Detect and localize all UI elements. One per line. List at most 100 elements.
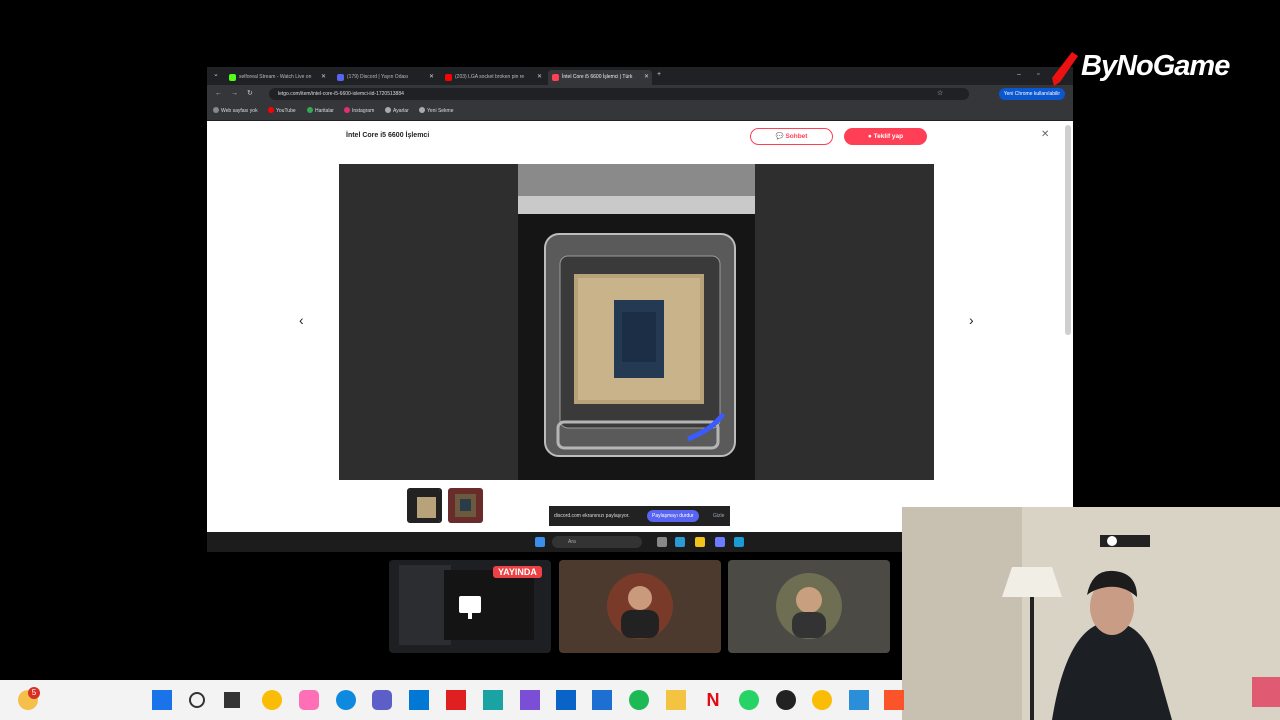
- close-icon[interactable]: ✕: [429, 70, 434, 85]
- edge-icon[interactable]: [336, 690, 356, 710]
- tab-label: İntel Core i5 6600 İşlemci | Türk: [562, 74, 633, 80]
- search-icon[interactable]: [189, 692, 205, 708]
- participant-card[interactable]: [559, 560, 721, 653]
- listing-page: İntel Core i5 6600 İşlemci 💬 Sohbet ● Te…: [207, 121, 1073, 532]
- spotify-icon[interactable]: [629, 690, 649, 710]
- tab-bar: ⌄ selforeal Stream - Watch Live on ✕ (17…: [207, 67, 1073, 85]
- gear-icon: [385, 107, 391, 113]
- close-icon[interactable]: ✕: [644, 70, 649, 85]
- forward-icon[interactable]: →: [231, 88, 238, 100]
- url-text: letgo.com/item/intel-core-i5-6600-islemc…: [278, 91, 404, 97]
- notification-badge: 5: [28, 687, 40, 699]
- copilot-icon[interactable]: [299, 690, 319, 710]
- teams-icon[interactable]: [372, 690, 392, 710]
- bynogame-logo: ByNoGame: [1046, 46, 1246, 90]
- app-icon[interactable]: [849, 690, 869, 710]
- discord-icon: [337, 74, 344, 81]
- obs-icon[interactable]: [776, 690, 796, 710]
- logo-mark-icon: [1052, 52, 1078, 86]
- hide-button[interactable]: Gizle: [713, 506, 724, 526]
- prev-image-button[interactable]: ‹: [299, 312, 304, 328]
- netflix-icon[interactable]: N: [703, 690, 723, 710]
- share-text: discord.com ekranınızı paylaşıyor.: [554, 513, 630, 519]
- thumbnail-2[interactable]: [448, 488, 483, 523]
- bookmark-item[interactable]: Haritalar: [307, 103, 334, 119]
- globe-icon: [213, 107, 219, 113]
- store-icon[interactable]: [409, 690, 429, 710]
- letgo-icon: [552, 74, 559, 81]
- next-image-button[interactable]: ›: [969, 312, 974, 328]
- back-icon[interactable]: ←: [215, 88, 222, 100]
- outlook-icon[interactable]: [556, 690, 576, 710]
- edge-icon[interactable]: [675, 537, 685, 547]
- screen-share-bar: discord.com ekranınızı paylaşıyor. Payla…: [549, 506, 730, 526]
- chat-label: Sohbet: [785, 133, 808, 140]
- bookmark-label: Ayarlar: [393, 108, 409, 114]
- task-view-icon[interactable]: [224, 692, 240, 708]
- chat-button[interactable]: 💬 Sohbet: [750, 128, 833, 145]
- m365-icon[interactable]: [520, 690, 540, 710]
- url-input[interactable]: letgo.com/item/intel-core-i5-6600-islemc…: [269, 88, 969, 100]
- logo-text: ByNoGame: [1081, 50, 1230, 82]
- search-label: Ara: [568, 539, 576, 545]
- tab-label: selforeal Stream - Watch Live on: [239, 74, 312, 80]
- scrollbar[interactable]: [1065, 125, 1071, 335]
- tab-kick[interactable]: selforeal Stream - Watch Live on ✕: [225, 70, 329, 85]
- close-icon[interactable]: ✕: [321, 70, 326, 85]
- cpu-photo: [518, 164, 755, 480]
- maps-icon: [307, 107, 313, 113]
- thumbnail-1[interactable]: [407, 488, 442, 523]
- image-gallery: ‹ ›: [299, 164, 974, 480]
- task-view-icon[interactable]: [657, 537, 667, 547]
- file-explorer-icon[interactable]: [666, 690, 686, 710]
- bookmark-item[interactable]: Yeni Sekme: [419, 103, 454, 119]
- page-title: İntel Core i5 6600 İşlemci: [346, 132, 430, 139]
- brave-icon[interactable]: [884, 690, 904, 710]
- tab-discord[interactable]: (179) Discord | Yayın Odası ✕: [333, 70, 437, 85]
- steam-icon[interactable]: [734, 537, 744, 547]
- star-icon[interactable]: ☆: [937, 88, 943, 100]
- taskbar: 5 N: [0, 680, 904, 720]
- chrome-icon[interactable]: [262, 690, 282, 710]
- tab-label: (179) Discord | Yayın Odası: [347, 74, 409, 80]
- tab-letgo[interactable]: İntel Core i5 6600 İşlemci | Türk ✕: [548, 70, 652, 85]
- webcam-feed: [902, 507, 1280, 720]
- acrobat-icon[interactable]: [446, 690, 466, 710]
- whatsapp-icon[interactable]: [739, 690, 759, 710]
- tab-search-icon[interactable]: ⌄: [213, 69, 219, 81]
- app-icon[interactable]: [715, 537, 725, 547]
- snipping-tool-icon[interactable]: [483, 690, 503, 710]
- minimize-icon[interactable]: –: [1017, 69, 1021, 81]
- live-badge: YAYINDA: [493, 566, 542, 578]
- windows-start-icon[interactable]: [152, 690, 172, 710]
- bookmark-label: Yeni Sekme: [427, 108, 454, 114]
- taskbar-search[interactable]: Ara: [552, 536, 642, 548]
- participant-card[interactable]: [728, 560, 890, 653]
- stop-sharing-button[interactable]: Paylaşmayı durdur: [647, 510, 699, 522]
- bookmark-label: Haritalar: [315, 108, 334, 114]
- bookmark-item[interactable]: YouTube: [268, 103, 296, 119]
- windows-start-icon[interactable]: [535, 537, 545, 547]
- reload-icon[interactable]: ↻: [247, 88, 253, 100]
- maximize-icon[interactable]: ▫: [1037, 69, 1039, 81]
- chrome-icon[interactable]: [812, 690, 832, 710]
- bookmarks-bar: Web sayfası yok YouTube Haritalar Instag…: [207, 103, 1073, 121]
- kick-icon: [229, 74, 236, 81]
- globe-icon: [419, 107, 425, 113]
- bookmark-label: Instagram: [352, 108, 375, 114]
- bookmark-label: YouTube: [276, 108, 296, 114]
- calendar-icon[interactable]: [592, 690, 612, 710]
- bookmark-item[interactable]: Instagram: [344, 103, 374, 119]
- close-icon[interactable]: ✕: [1041, 129, 1049, 140]
- youtube-icon: [268, 107, 274, 113]
- tab-youtube[interactable]: (203) LGA socket broken pin re ✕: [441, 70, 545, 85]
- close-icon[interactable]: ✕: [537, 70, 542, 85]
- bookmark-item[interactable]: Ayarlar: [385, 103, 409, 119]
- new-tab-icon[interactable]: +: [657, 69, 661, 81]
- offer-label: Teklif yap: [873, 133, 904, 140]
- bookmark-item[interactable]: Web sayfası yok: [213, 103, 258, 119]
- tab-label: (203) LGA socket broken pin re: [455, 74, 525, 80]
- bookmark-label: Web sayfası yok: [221, 108, 258, 114]
- chrome-icon[interactable]: [695, 537, 705, 547]
- make-offer-button[interactable]: ● Teklif yap: [844, 128, 927, 145]
